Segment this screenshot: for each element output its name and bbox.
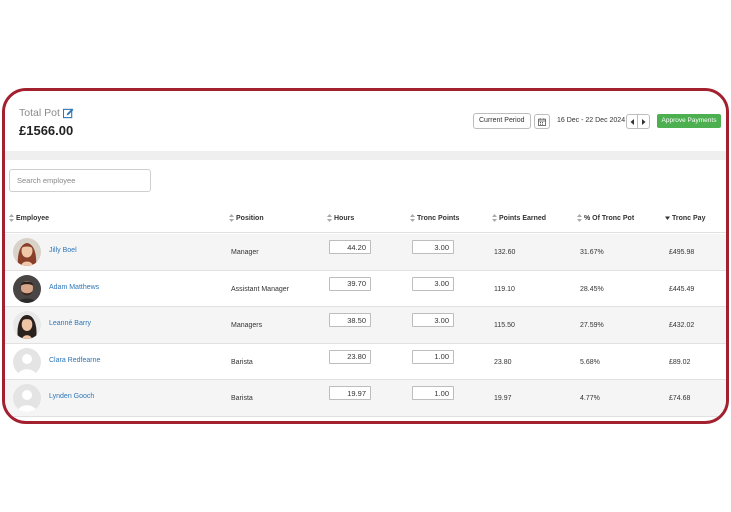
column-points-earned[interactable]: Points Earned	[492, 214, 546, 222]
column-position-label: Position	[236, 214, 264, 222]
table-row: Clara Redfearne Barista 23.80 5.68% £89.…	[5, 343, 726, 380]
total-pot-value: £1566.00	[19, 123, 74, 138]
tronc-pay-value: £89.02	[669, 358, 691, 366]
tronc-pay-value: £74.68	[669, 395, 691, 402]
tronc-pay-value: £432.02	[669, 322, 695, 329]
app-frame: Total Pot £1566.00 Current Period 16 Dec…	[2, 88, 729, 424]
hours-input[interactable]	[329, 386, 371, 400]
avatar	[13, 238, 41, 266]
pct-tronc-pot-value: 31.67%	[580, 249, 604, 256]
column-tronc-pay[interactable]: Tronc Pay	[665, 214, 705, 222]
avatar-placeholder	[13, 347, 41, 376]
edit-icon[interactable]	[62, 108, 74, 119]
table-row: Adam Matthews Assistant Manager 119.10 2…	[5, 270, 726, 307]
hours-input[interactable]	[329, 240, 371, 254]
sort-desc-icon	[665, 216, 670, 220]
pct-tronc-pot-value: 28.45%	[580, 285, 604, 293]
column-points-earned-label: Points Earned	[499, 214, 547, 222]
points-earned-value: 115.50	[494, 322, 515, 329]
hours-input[interactable]	[329, 349, 371, 364]
employee-name-link[interactable]: Jilly Boel	[49, 247, 77, 254]
column-hours[interactable]: Hours	[327, 214, 354, 222]
total-pot-label: Total Pot	[19, 107, 74, 119]
employee-name-link[interactable]: Lynden Gooch	[49, 393, 94, 400]
calendar-icon	[538, 117, 546, 126]
total-pot-label-text: Total Pot	[19, 107, 60, 119]
column-employee-label: Employee	[16, 214, 50, 222]
employee-name-link[interactable]: Leanné Barry	[49, 320, 91, 327]
sort-icon	[229, 214, 234, 222]
pct-tronc-pot-value: 27.59%	[580, 322, 604, 329]
tronc-points-input[interactable]	[412, 276, 454, 291]
tronc-pay-value: £495.98	[669, 249, 695, 256]
sort-icon	[492, 214, 497, 222]
caret-right-icon	[642, 118, 646, 125]
tronc-points-input[interactable]	[412, 240, 454, 254]
tronc-pay-value: £445.49	[669, 285, 695, 293]
employee-position: Manager	[231, 249, 259, 256]
date-range-text: 16 Dec - 22 Dec 2024	[557, 117, 626, 124]
column-tronc-pay-label: Tronc Pay	[672, 214, 706, 222]
tronc-points-input[interactable]	[412, 349, 454, 364]
employee-name-link[interactable]: Clara Redfearne	[49, 357, 100, 364]
employee-name-link[interactable]: Adam Matthews	[49, 284, 99, 291]
points-earned-value: 23.80	[494, 358, 512, 366]
column-employee[interactable]: Employee	[9, 214, 49, 222]
employee-position: Managers	[231, 322, 263, 329]
points-earned-value: 19.97	[494, 395, 512, 402]
table-header: Employee Position Hours Tronc Points Poi…	[5, 203, 726, 233]
previous-period-button[interactable]	[626, 114, 638, 129]
calendar-button[interactable]	[534, 114, 550, 129]
search-employee-input[interactable]	[9, 169, 151, 192]
column-pct-tronc-pot[interactable]: % Of Tronc Pot	[577, 214, 634, 222]
current-period-button[interactable]: Current Period	[473, 113, 531, 129]
column-tronc-points[interactable]: Tronc Points	[410, 214, 459, 222]
avatar-placeholder	[13, 384, 41, 412]
next-period-button[interactable]	[638, 114, 650, 129]
pct-tronc-pot-value: 5.68%	[580, 358, 600, 366]
tronc-points-input[interactable]	[412, 313, 454, 327]
pct-tronc-pot-value: 4.77%	[580, 395, 600, 402]
points-earned-value: 119.10	[494, 285, 515, 293]
points-earned-value: 132.60	[494, 249, 516, 256]
avatar	[13, 311, 41, 339]
hours-input[interactable]	[329, 313, 371, 327]
table-row: Leanné Barry Managers 115.50 27.59% £432…	[5, 307, 726, 344]
tronc-points-input[interactable]	[412, 386, 454, 400]
column-position[interactable]: Position	[229, 214, 264, 222]
column-pct-tronc-pot-label: % Of Tronc Pot	[584, 214, 635, 222]
section-divider	[5, 151, 726, 160]
hours-input[interactable]	[329, 276, 371, 291]
avatar	[13, 274, 41, 303]
sort-icon	[327, 214, 332, 222]
column-tronc-points-label: Tronc Points	[417, 214, 460, 222]
table-row: Lynden Gooch Barista 19.97 4.77% £74.68	[5, 380, 726, 417]
employee-position: Barista	[231, 395, 253, 402]
sort-icon	[410, 214, 415, 222]
approve-payments-button[interactable]: Approve Payments	[657, 114, 721, 128]
header-bar: Total Pot £1566.00 Current Period 16 Dec…	[5, 91, 726, 151]
column-hours-label: Hours	[334, 214, 355, 222]
table-row: Jilly Boel Manager 132.60 31.67% £495.98	[5, 234, 726, 271]
sort-icon	[577, 214, 582, 222]
sort-icon	[9, 214, 14, 222]
employee-position: Assistant Manager	[231, 285, 289, 293]
caret-left-icon	[630, 118, 634, 125]
employee-position: Barista	[231, 358, 253, 366]
